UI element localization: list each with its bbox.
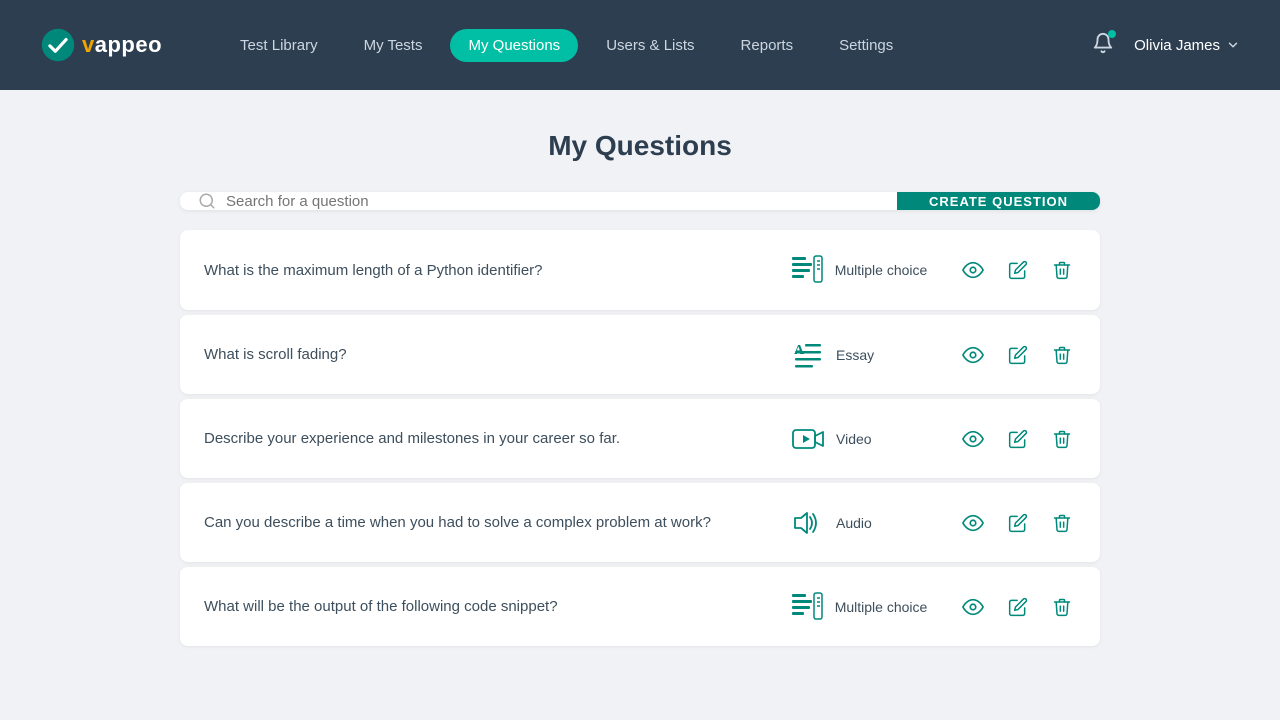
logo[interactable]: vappeo <box>40 27 162 63</box>
trash-icon <box>1052 513 1072 533</box>
table-row: What is scroll fading? A Essay <box>180 314 1100 394</box>
view-button[interactable] <box>958 255 988 285</box>
question-text: What will be the output of the following… <box>204 596 758 617</box>
audio-icon <box>790 505 826 541</box>
question-text: What is scroll fading? <box>204 344 758 365</box>
table-row: What will be the output of the following… <box>180 566 1100 646</box>
multiple-choice-icon <box>789 252 825 288</box>
edit-icon <box>1008 429 1028 449</box>
logo-icon <box>40 27 76 63</box>
user-name: Olivia James <box>1134 37 1220 54</box>
question-type-label: Essay <box>836 347 926 363</box>
logo-text: vappeo <box>82 32 162 58</box>
trash-icon <box>1052 345 1072 365</box>
trash-icon <box>1052 597 1072 617</box>
video-icon <box>790 421 826 457</box>
question-type: Multiple choice <box>758 252 958 288</box>
edit-button[interactable] <box>1004 509 1032 537</box>
table-row: Can you describe a time when you had to … <box>180 482 1100 562</box>
question-type-label: Multiple choice <box>835 599 928 615</box>
nav-item-my-questions[interactable]: My Questions <box>450 29 578 62</box>
view-button[interactable] <box>958 508 988 538</box>
table-row: Describe your experience and milestones … <box>180 398 1100 478</box>
edit-icon <box>1008 513 1028 533</box>
question-text: Describe your experience and milestones … <box>204 428 758 449</box>
question-type: Audio <box>758 505 958 541</box>
eye-icon <box>962 512 984 534</box>
delete-button[interactable] <box>1048 256 1076 284</box>
question-text: Can you describe a time when you had to … <box>204 512 758 533</box>
notification-bell[interactable] <box>1092 32 1114 59</box>
notification-dot <box>1108 30 1116 38</box>
main-content: My Questions CREATE QUESTION What is the… <box>160 90 1120 686</box>
delete-button[interactable] <box>1048 341 1076 369</box>
eye-icon <box>962 596 984 618</box>
nav-item-reports[interactable]: Reports <box>723 29 812 62</box>
question-type-label: Audio <box>836 515 926 531</box>
question-text: What is the maximum length of a Python i… <box>204 260 758 281</box>
user-menu[interactable]: Olivia James <box>1134 37 1240 54</box>
svg-text:A: A <box>794 343 805 358</box>
view-button[interactable] <box>958 592 988 622</box>
view-button[interactable] <box>958 340 988 370</box>
trash-icon <box>1052 429 1072 449</box>
view-button[interactable] <box>958 424 988 454</box>
eye-icon <box>962 344 984 366</box>
eye-icon <box>962 428 984 450</box>
search-input-wrap <box>180 192 897 210</box>
search-icon <box>198 192 216 210</box>
question-actions <box>958 592 1076 622</box>
question-actions <box>958 255 1076 285</box>
nav-links: Test Library My Tests My Questions Users… <box>222 29 1092 62</box>
search-input[interactable] <box>226 193 879 210</box>
edit-button[interactable] <box>1004 425 1032 453</box>
nav-item-my-tests[interactable]: My Tests <box>346 29 441 62</box>
question-actions <box>958 340 1076 370</box>
nav-item-users-lists[interactable]: Users & Lists <box>588 29 712 62</box>
table-row: What is the maximum length of a Python i… <box>180 230 1100 310</box>
question-type-label: Video <box>836 431 926 447</box>
nav-item-settings[interactable]: Settings <box>821 29 911 62</box>
trash-icon <box>1052 260 1072 280</box>
navbar: vappeo Test Library My Tests My Question… <box>0 0 1280 90</box>
edit-button[interactable] <box>1004 341 1032 369</box>
edit-icon <box>1008 260 1028 280</box>
chevron-down-icon <box>1226 38 1240 52</box>
delete-button[interactable] <box>1048 425 1076 453</box>
delete-button[interactable] <box>1048 509 1076 537</box>
question-type-label: Multiple choice <box>835 262 928 278</box>
edit-button[interactable] <box>1004 256 1032 284</box>
multiple-choice-icon <box>789 589 825 625</box>
eye-icon <box>962 259 984 281</box>
question-type: A Essay <box>758 337 958 373</box>
nav-item-test-library[interactable]: Test Library <box>222 29 336 62</box>
page-title: My Questions <box>180 130 1100 162</box>
essay-icon: A <box>790 337 826 373</box>
question-actions <box>958 424 1076 454</box>
edit-button[interactable] <box>1004 593 1032 621</box>
edit-icon <box>1008 597 1028 617</box>
search-row: CREATE QUESTION <box>180 192 1100 210</box>
edit-icon <box>1008 345 1028 365</box>
question-actions <box>958 508 1076 538</box>
delete-button[interactable] <box>1048 593 1076 621</box>
question-type: Video <box>758 421 958 457</box>
create-question-button[interactable]: CREATE QUESTION <box>897 192 1100 210</box>
question-type: Multiple choice <box>758 589 958 625</box>
nav-right: Olivia James <box>1092 32 1240 59</box>
question-list: What is the maximum length of a Python i… <box>180 230 1100 646</box>
